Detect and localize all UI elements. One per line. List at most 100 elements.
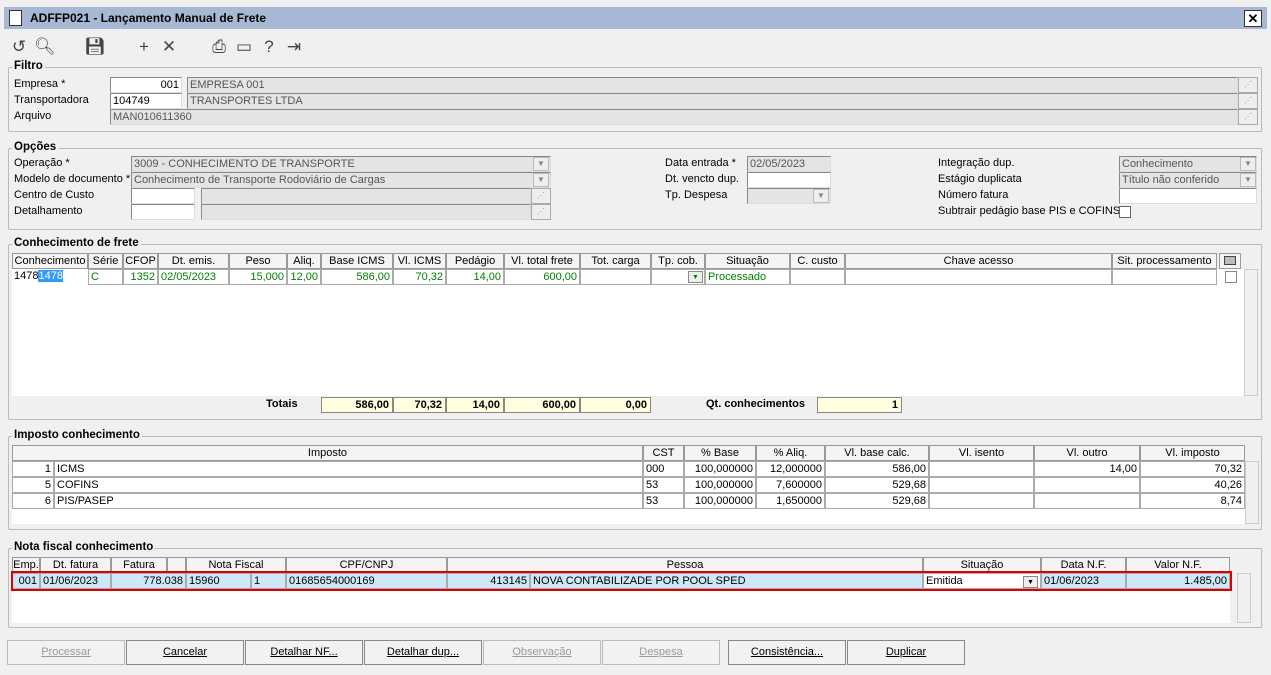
- column-header[interactable]: Dt. emis.: [158, 253, 229, 269]
- data-entrada-input[interactable]: 02/05/2023: [747, 156, 831, 172]
- table-cell[interactable]: Processado: [705, 269, 790, 285]
- table-cell[interactable]: 70,32: [393, 269, 446, 285]
- table-cell[interactable]: 600,00: [504, 269, 580, 285]
- imposto-code[interactable]: 1: [12, 461, 54, 477]
- table-cell[interactable]: ▼: [651, 269, 705, 285]
- column-header[interactable]: Vl. imposto: [1140, 445, 1245, 461]
- table-cell[interactable]: 02/05/2023: [158, 269, 229, 285]
- nota-scrollbar[interactable]: [1237, 573, 1251, 623]
- duplicar-button[interactable]: Duplicar: [847, 640, 965, 665]
- table-cell[interactable]: 14781478: [12, 269, 88, 285]
- integracao-select[interactable]: Conhecimento: [1119, 156, 1257, 172]
- table-cell[interactable]: 529,68: [825, 493, 929, 509]
- imposto-code[interactable]: 6: [12, 493, 54, 509]
- subtrair-checkbox[interactable]: [1119, 206, 1131, 218]
- column-header[interactable]: % Base: [684, 445, 756, 461]
- observação-button[interactable]: Observação: [483, 640, 601, 665]
- row-checkbox[interactable]: [1225, 271, 1237, 283]
- imposto-scrollbar[interactable]: [1245, 461, 1259, 524]
- search-icon[interactable]: 🔍︎: [34, 37, 56, 57]
- table-cell[interactable]: [580, 269, 651, 285]
- table-cell[interactable]: [929, 461, 1034, 477]
- table-cell[interactable]: 1,650000: [756, 493, 825, 509]
- table-cell[interactable]: 14,00: [1034, 461, 1140, 477]
- table-cell[interactable]: 40,26: [1140, 477, 1245, 493]
- imposto-name[interactable]: COFINS: [54, 477, 643, 493]
- column-header[interactable]: Vl. ICMS: [393, 253, 446, 269]
- detalhamento-lookup-button[interactable]: ⋰: [531, 204, 551, 220]
- table-cell[interactable]: 586,00: [825, 461, 929, 477]
- calendar-icon[interactable]: ▭: [234, 37, 254, 57]
- chevron-down-icon[interactable]: ▼: [1240, 173, 1256, 187]
- table-cell[interactable]: 12,000000: [756, 461, 825, 477]
- centro-custo-input[interactable]: [131, 188, 195, 204]
- table-cell[interactable]: 100,000000: [684, 493, 756, 509]
- transportadora-lookup-button[interactable]: ⋰: [1238, 93, 1258, 109]
- table-cell[interactable]: 53: [643, 477, 684, 493]
- column-header[interactable]: Conhecimento: [12, 253, 88, 269]
- save-icon[interactable]: 💾︎: [84, 37, 106, 57]
- column-header[interactable]: Imposto: [12, 445, 643, 461]
- table-cell[interactable]: C: [88, 269, 123, 285]
- detalhamento-input[interactable]: [131, 204, 195, 220]
- table-cell[interactable]: 100,000000: [684, 461, 756, 477]
- table-cell[interactable]: 100,000000: [684, 477, 756, 493]
- table-cell[interactable]: 14,00: [446, 269, 504, 285]
- transportadora-code-input[interactable]: 104749: [110, 93, 182, 109]
- chevron-down-icon[interactable]: ▼: [1240, 157, 1256, 171]
- column-header[interactable]: Tp. cob.: [651, 253, 705, 269]
- imposto-name[interactable]: PIS/PASEP: [54, 493, 643, 509]
- undo-icon[interactable]: ↺: [9, 37, 29, 57]
- select-all-checkbox[interactable]: [1219, 253, 1241, 269]
- delete-icon[interactable]: ✕: [159, 37, 179, 57]
- cancelar-button[interactable]: Cancelar: [126, 640, 244, 665]
- column-header[interactable]: Base ICMS: [321, 253, 393, 269]
- table-cell[interactable]: [1034, 493, 1140, 509]
- column-header[interactable]: Vl. total frete: [504, 253, 580, 269]
- dt-vencto-input[interactable]: [747, 172, 831, 188]
- chevron-down-icon[interactable]: ▼: [813, 189, 829, 203]
- table-cell[interactable]: 15,000: [229, 269, 287, 285]
- column-header[interactable]: Vl. outro: [1034, 445, 1140, 461]
- table-cell[interactable]: 000: [643, 461, 684, 477]
- empresa-code-input[interactable]: 001: [110, 77, 182, 93]
- empresa-lookup-button[interactable]: ⋰: [1238, 77, 1258, 93]
- chevron-down-icon[interactable]: ▼: [533, 157, 549, 171]
- table-cell[interactable]: [1112, 269, 1217, 285]
- operacao-select[interactable]: 3009 - CONHECIMENTO DE TRANSPORTE: [131, 156, 551, 172]
- column-header[interactable]: Chave acesso: [845, 253, 1112, 269]
- detalhar-nf-button[interactable]: Detalhar NF...: [245, 640, 363, 665]
- column-header[interactable]: C. custo: [790, 253, 845, 269]
- column-header[interactable]: CFOP: [123, 253, 158, 269]
- table-cell[interactable]: 529,68: [825, 477, 929, 493]
- column-header[interactable]: Série: [88, 253, 123, 269]
- table-cell[interactable]: 586,00: [321, 269, 393, 285]
- consistência-button[interactable]: Consistência...: [728, 640, 846, 665]
- table-cell[interactable]: 8,74: [1140, 493, 1245, 509]
- print-icon[interactable]: ⎙: [209, 37, 229, 57]
- table-cell[interactable]: [929, 493, 1034, 509]
- table-cell[interactable]: 53: [643, 493, 684, 509]
- add-icon[interactable]: +: [134, 37, 154, 57]
- detalhar-dup-button[interactable]: Detalhar dup...: [364, 640, 482, 665]
- processar-button[interactable]: Processar: [7, 640, 125, 665]
- table-cell[interactable]: 12,00: [287, 269, 321, 285]
- arquivo-lookup-button[interactable]: ⋰: [1238, 109, 1258, 125]
- numero-fatura-input[interactable]: [1119, 188, 1257, 204]
- table-cell[interactable]: [929, 477, 1034, 493]
- table-cell[interactable]: 70,32: [1140, 461, 1245, 477]
- estagio-select[interactable]: Título não conferido: [1119, 172, 1257, 188]
- table-cell[interactable]: [790, 269, 845, 285]
- table-cell[interactable]: [845, 269, 1112, 285]
- help-icon[interactable]: ?: [259, 37, 279, 57]
- table-cell[interactable]: 7,600000: [756, 477, 825, 493]
- column-header[interactable]: Sit. processamento: [1112, 253, 1217, 269]
- chevron-down-icon[interactable]: ▼: [533, 173, 549, 187]
- table-cell[interactable]: [1034, 477, 1140, 493]
- column-header[interactable]: Tot. carga: [580, 253, 651, 269]
- imposto-name[interactable]: ICMS: [54, 461, 643, 477]
- column-header[interactable]: Vl. base calc.: [825, 445, 929, 461]
- column-header[interactable]: Vl. isento: [929, 445, 1034, 461]
- centro-custo-lookup-button[interactable]: ⋰: [531, 188, 551, 204]
- column-header[interactable]: Aliq.: [287, 253, 321, 269]
